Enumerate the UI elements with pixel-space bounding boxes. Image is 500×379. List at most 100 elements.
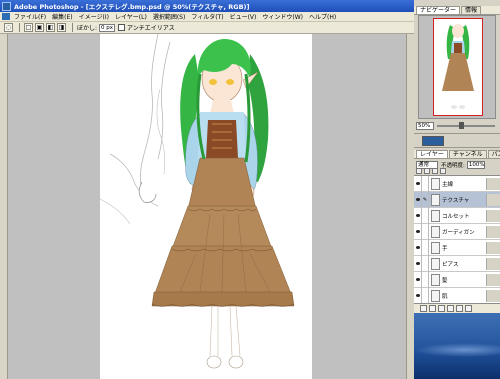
layer-row[interactable]: 髪 (414, 271, 500, 288)
eye-icon[interactable] (414, 255, 422, 272)
layer-thumbnail (431, 209, 440, 222)
divider (19, 23, 20, 32)
layer-row[interactable]: ガーディガン (414, 223, 500, 240)
layer-row[interactable]: 肌 (414, 287, 500, 304)
layer-list: 主線 ✎ テクスチャ コルセット ガーディガン 手 ピアス 髪 肌 (414, 175, 500, 304)
link-column[interactable] (422, 207, 429, 224)
new-selection-icon[interactable]: □ (24, 23, 33, 32)
menu-filter[interactable]: フィルタ(T) (191, 12, 223, 21)
eye-icon[interactable] (414, 223, 422, 240)
tab-channels[interactable]: チャンネル (448, 150, 487, 158)
intersect-selection-icon[interactable]: ◨ (57, 23, 66, 32)
lock-all-icon[interactable] (440, 167, 446, 174)
eye-icon[interactable] (414, 271, 422, 288)
layer-name: 手 (442, 245, 448, 252)
menu-select[interactable]: 選択範囲(S) (153, 12, 186, 21)
layer-row-edge (486, 257, 500, 270)
layer-name: テクスチャ (442, 197, 470, 204)
subtract-selection-icon[interactable]: ◧ (46, 23, 55, 32)
document-icon (2, 13, 10, 20)
trash-icon[interactable] (465, 305, 472, 312)
layer-thumbnail (431, 193, 440, 206)
window-title: Adobe Photoshop - [エクステレグ.bmp.psd @ 50%(… (14, 3, 250, 11)
menu-file[interactable]: ファイル(F) (14, 12, 46, 21)
layer-mask-icon[interactable] (429, 305, 436, 312)
layer-name: 肌 (442, 293, 448, 300)
layer-row-edge (486, 289, 500, 302)
navigator-preview[interactable] (418, 15, 496, 119)
zoom-input[interactable]: 50% (416, 121, 434, 130)
brush-icon: ✎ (422, 191, 429, 208)
new-layer-icon[interactable] (456, 305, 463, 312)
tab-layers[interactable]: レイヤー (416, 150, 448, 158)
lock-image-icon[interactable] (424, 167, 430, 174)
layer-name: 髪 (442, 277, 448, 284)
menu-layer[interactable]: レイヤー(L) (115, 12, 147, 21)
layer-row-edge (486, 241, 500, 254)
feather-label: ぼかし: (77, 25, 98, 32)
layer-thumbnail (431, 273, 440, 286)
menu-window[interactable]: ウィンドウ(W) (262, 12, 303, 21)
navigator-thumbnail (442, 24, 474, 109)
layer-row[interactable]: 手 (414, 239, 500, 256)
foreground-color-swatch[interactable] (422, 136, 444, 146)
tab-paths[interactable]: パス (487, 150, 500, 158)
zoom-slider-handle[interactable] (459, 121, 464, 129)
tab-navigator[interactable]: ナビゲーター (416, 6, 461, 14)
adjustment-layer-icon[interactable] (447, 305, 454, 312)
lock-transparency-icon[interactable] (416, 167, 422, 174)
eye-icon[interactable] (414, 175, 422, 192)
navigator-view-box[interactable] (433, 18, 483, 116)
layer-thumbnail (431, 241, 440, 254)
menu-help[interactable]: ヘルプ(H) (309, 12, 336, 21)
photoshop-icon (2, 1, 11, 11)
link-column[interactable] (422, 223, 429, 240)
layer-name: ガーディガン (442, 229, 475, 236)
navigator-tabs: ナビゲーター 情報 (414, 6, 500, 15)
layer-name: ピアス (442, 261, 459, 268)
desktop-background (414, 313, 500, 379)
divider (72, 23, 73, 32)
feather-input[interactable]: 0 px (99, 23, 116, 32)
lock-row (416, 166, 498, 175)
antialias-checkbox[interactable] (118, 24, 126, 31)
layer-row[interactable]: ✎ テクスチャ (414, 191, 500, 208)
layer-row-edge (486, 177, 500, 190)
new-set-icon[interactable] (438, 305, 445, 312)
menu-image[interactable]: イメージ(I) (79, 12, 109, 21)
layer-thumbnail (431, 257, 440, 270)
layer-row-edge (486, 193, 500, 206)
menu-view[interactable]: ビュー(V) (230, 12, 257, 21)
link-column[interactable] (422, 255, 429, 272)
vertical-scrollbar[interactable] (406, 34, 414, 379)
layers-tabs: レイヤー チャンネル パス (414, 150, 500, 159)
layer-row[interactable]: ピアス (414, 255, 500, 272)
document-canvas[interactable] (100, 34, 312, 379)
eye-icon[interactable] (414, 287, 422, 304)
lock-position-icon[interactable] (432, 167, 438, 174)
layer-thumbnail (431, 289, 440, 302)
layer-name: 主線 (442, 181, 454, 188)
link-column[interactable] (422, 287, 429, 304)
tab-info[interactable]: 情報 (461, 6, 482, 14)
menu-edit[interactable]: 編集(E) (52, 12, 72, 21)
link-column[interactable] (422, 271, 429, 288)
color-palette (414, 133, 500, 148)
eye-icon[interactable] (414, 239, 422, 256)
tool-preset-icon[interactable]: ◌ (4, 23, 13, 32)
add-selection-icon[interactable]: ▣ (35, 23, 44, 32)
layer-row-edge (486, 273, 500, 286)
antialias-label: アンチエイリアス (127, 25, 175, 32)
zoom-slider[interactable] (437, 121, 495, 129)
link-column[interactable] (422, 239, 429, 256)
eye-icon[interactable] (414, 207, 422, 224)
layer-row[interactable]: 主線 (414, 175, 500, 192)
layer-style-icon[interactable] (420, 305, 427, 312)
layer-row[interactable]: コルセット (414, 207, 500, 224)
palette-well: ナビゲーター 情報 50% レイヤー チャンネル パス (414, 0, 500, 379)
layer-name: コルセット (442, 213, 470, 220)
eye-icon[interactable] (414, 191, 422, 208)
layer-footer (414, 303, 500, 313)
link-column[interactable] (422, 175, 429, 192)
zoom-controls: 50% (416, 121, 498, 130)
